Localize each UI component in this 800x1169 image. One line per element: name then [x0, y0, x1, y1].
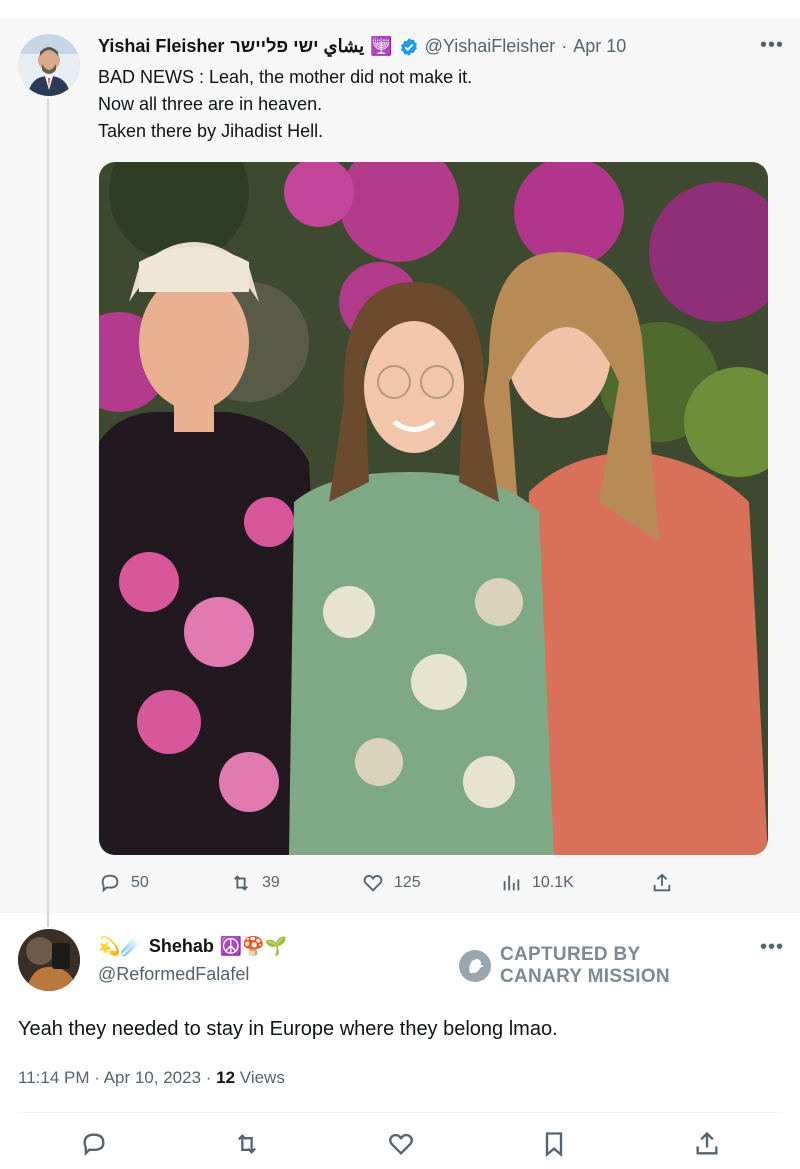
- dot-separator: ·: [561, 36, 568, 56]
- like-count: 125: [394, 874, 421, 891]
- heart-icon: [363, 875, 383, 892]
- name-suffix-emoji: ☮️🍄🌱: [219, 936, 288, 956]
- watermark-line-2: CANARY MISSION: [500, 966, 670, 987]
- canary-mission-watermark: CAPTURED BY CANARY MISSION: [458, 944, 670, 988]
- tweet-timestamp[interactable]: 11:14 PM · Apr 10, 2023 ·: [18, 1068, 216, 1087]
- thread-connector-line: [47, 99, 49, 927]
- retweet-icon: [238, 1134, 256, 1154]
- author-avatar[interactable]: [18, 34, 80, 96]
- tweet-text: BAD NEWS : Leah, the mother did not make…: [98, 64, 472, 145]
- tweet-metadata: 11:14 PM · Apr 10, 2023 · 12 Views: [18, 1068, 285, 1088]
- tweet-header: Yishai Fleisher يشاي ישי פליישר 🕎 @Yisha…: [98, 36, 626, 57]
- heart-icon: [389, 1133, 413, 1155]
- author-alt-names[interactable]: يشاي ישי פליישר: [230, 36, 364, 57]
- more-icon[interactable]: •••: [760, 936, 784, 959]
- bookmark-icon: [545, 1132, 563, 1157]
- watermark-line-1: CAPTURED BY: [500, 944, 641, 965]
- like-button[interactable]: 125: [362, 872, 421, 894]
- verified-badge-icon: [400, 37, 417, 56]
- retweet-count: 39: [262, 874, 280, 891]
- like-button[interactable]: [387, 1130, 415, 1158]
- author-handle[interactable]: @YishaiFleisher: [425, 36, 556, 57]
- tweet-date[interactable]: Apr 10: [573, 36, 626, 57]
- share-button[interactable]: [693, 1130, 721, 1158]
- menorah-emoji: 🕎: [370, 36, 393, 56]
- reply-author-name[interactable]: Shehab: [149, 936, 214, 957]
- reply-button[interactable]: 50: [99, 872, 149, 894]
- views-icon: [503, 875, 520, 891]
- reply-header: 💫☄️ Shehab ☮️🍄🌱: [98, 936, 287, 957]
- reply-button[interactable]: [80, 1130, 108, 1158]
- reply-icon: [83, 1133, 105, 1157]
- tweet-actions: 50 39 125 10.1K: [0, 872, 800, 900]
- avatar-image: [18, 34, 80, 96]
- reply-actions-bar: [0, 1130, 800, 1162]
- photo-image: [99, 162, 768, 855]
- retweet-button[interactable]: 39: [230, 872, 280, 894]
- bookmark-button[interactable]: [540, 1130, 568, 1158]
- reply-tweet-text: Yeah they needed to stay in Europe where…: [18, 1018, 558, 1040]
- reply-author-handle[interactable]: @ReformedFalafel: [98, 964, 249, 985]
- canary-logo-icon: [459, 950, 491, 982]
- tweet-text-line: Taken there by Jihadist Hell.: [98, 121, 324, 141]
- reply-avatar-image: [18, 929, 80, 991]
- views-count: 10.1K: [532, 874, 574, 891]
- divider: [18, 1112, 782, 1113]
- more-icon[interactable]: •••: [760, 34, 784, 57]
- tweet-text-line: BAD NEWS : Leah, the mother did not make…: [98, 67, 473, 87]
- views-label: Views: [235, 1068, 285, 1087]
- reply-count: 50: [131, 874, 149, 891]
- share-icon: [653, 873, 671, 892]
- views-count: 12: [216, 1068, 236, 1087]
- share-icon: [696, 1131, 718, 1155]
- author-name[interactable]: Yishai Fleisher: [98, 36, 224, 57]
- reply-icon: [101, 874, 119, 893]
- tweet-text-line: Now all three are in heaven.: [98, 94, 323, 114]
- tweet-photo[interactable]: [99, 162, 768, 855]
- views-button[interactable]: 10.1K: [500, 872, 574, 894]
- reply-author-avatar[interactable]: [18, 929, 80, 991]
- retweet-icon: [233, 875, 249, 891]
- name-prefix-emoji: 💫☄️: [98, 936, 143, 956]
- share-button[interactable]: [651, 872, 673, 894]
- retweet-button[interactable]: [233, 1130, 261, 1158]
